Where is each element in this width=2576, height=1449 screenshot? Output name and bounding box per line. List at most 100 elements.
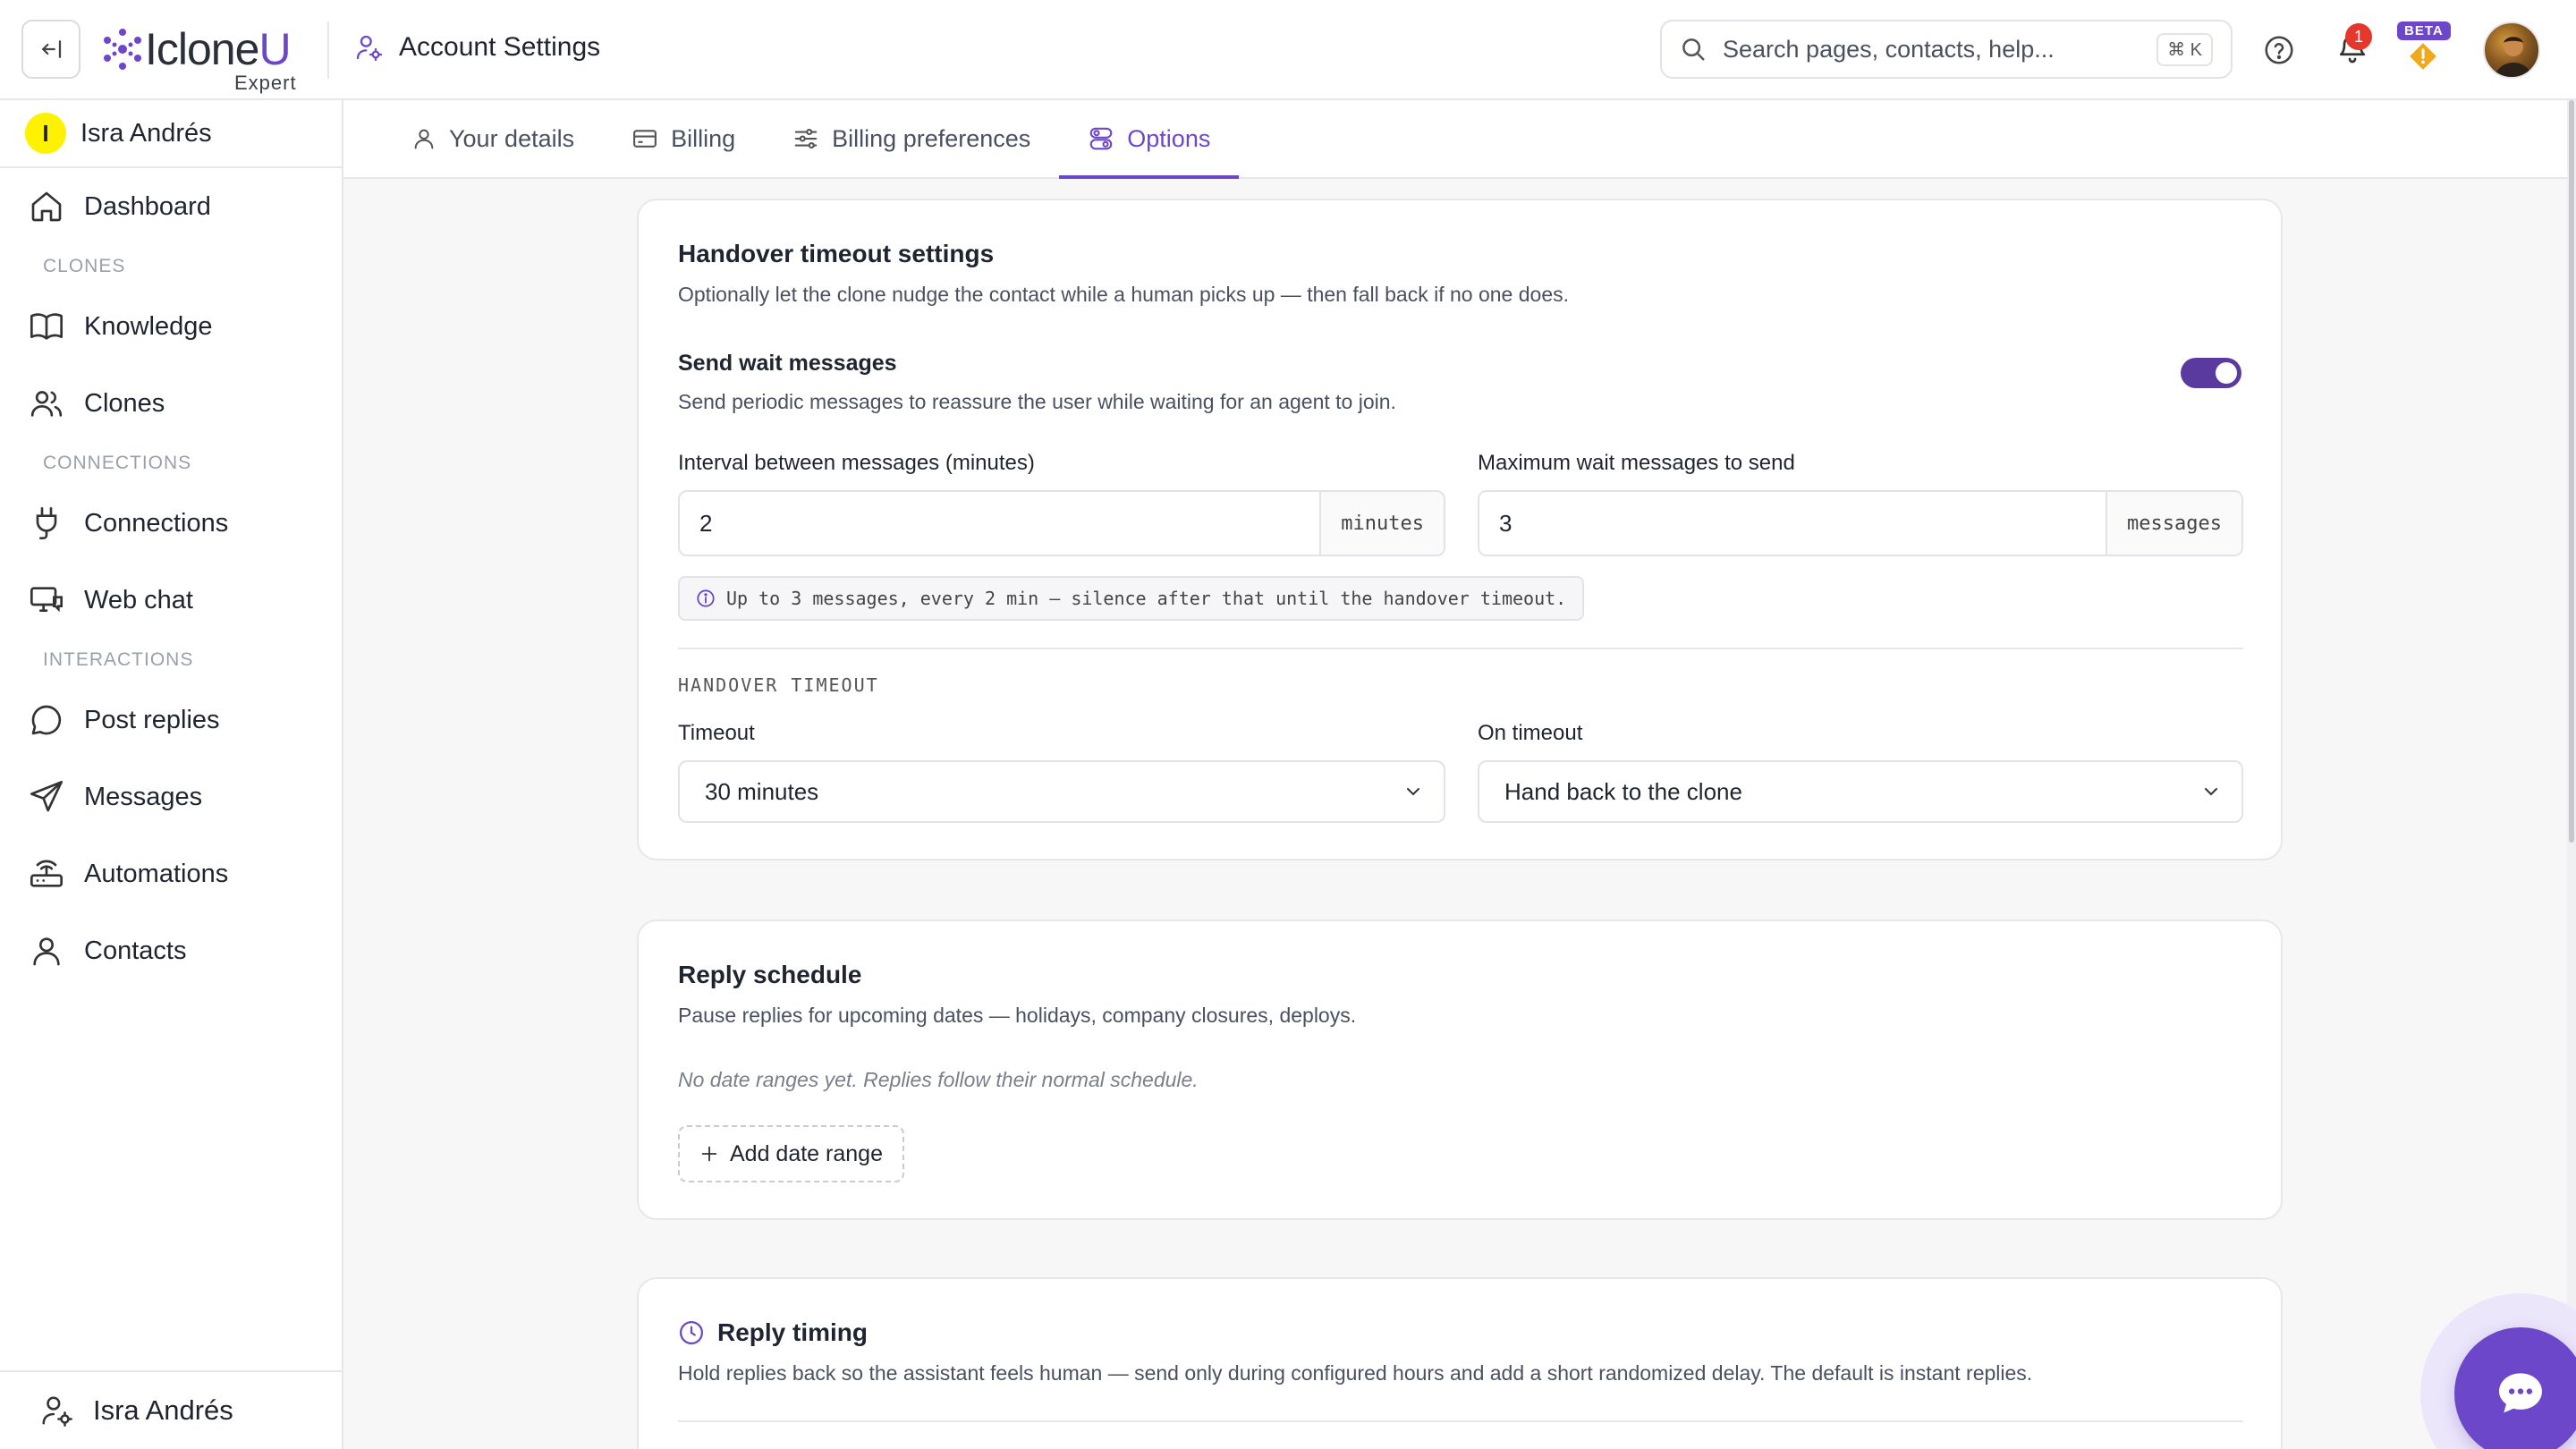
interval-input-group: 2 minutes [678,490,1445,556]
sidebar-section-clones: CLONES [43,256,126,276]
search-shortcut-badge: ⌘ K [2157,32,2213,66]
sidebar-item-label: Web chat [84,585,193,614]
reply-schedule-description: Pause replies for upcoming dates — holid… [678,1004,1357,1027]
search-box[interactable]: Search pages, contacts, help... ⌘ K [1660,20,2233,79]
user-icon [33,937,60,966]
sidebar-item-clones[interactable]: Clones [0,365,342,442]
tab-billing-preferences[interactable]: Billing preferences [764,100,1059,177]
timeout-selected-value: 30 minutes [705,777,819,805]
users-icon [30,391,63,417]
org-name: Isra Andrés [80,118,212,148]
help-circle-icon [2265,36,2293,64]
collapse-left-icon [41,40,62,58]
tab-label: Options [1127,124,1211,152]
book-icon [30,313,63,340]
reply-timing-header: Reply timing [678,1318,868,1347]
toggles-icon [1089,127,1113,150]
tab-label: Billing preferences [832,124,1031,152]
reply-schedule-card: Reply schedule Pause replies for upcomin… [637,919,2283,1220]
sidebar-item-knowledge[interactable]: Knowledge [0,288,342,365]
info-icon [697,589,715,607]
tab-billing[interactable]: Billing [603,100,764,177]
sidebar-item-messages[interactable]: Messages [0,758,342,835]
plus-icon [701,1146,717,1162]
handover-description: Optionally let the clone nudge the conta… [678,283,1570,306]
app-logo[interactable]: IcloneU [100,23,292,75]
page-title-group: Account Settings [354,32,600,63]
top-bar: IcloneU Expert Account Settings Search p… [0,0,2576,100]
max-messages-label: Maximum wait messages to send [1478,451,1795,475]
sidebar-item-label: Messages [84,782,203,811]
logo-mark-icon [104,29,141,70]
sidebar-item-label: Post replies [84,705,220,734]
sidebar-item-label: Connections [84,508,229,538]
warning-icon [2410,43,2436,70]
sidebar-item-label: Dashboard [84,191,211,221]
reply-timing-description: Hold replies back so the assistant feels… [678,1361,2033,1385]
sidebar-user-menu[interactable]: Isra Andrés [0,1370,342,1449]
sidebar-item-label: Automations [84,859,229,888]
sidebar-item-connections[interactable]: Connections [0,485,342,562]
monitor-chat-icon [30,587,63,613]
max-messages-input[interactable]: 3 [1479,492,2106,555]
sidebar-footer-user-name: Isra Andrés [93,1394,233,1426]
sidebar: I Isra Andrés Dashboard CLONES Knowledge… [0,100,343,1449]
reply-timing-title: Reply timing [717,1318,869,1346]
tab-options[interactable]: Options [1059,100,1240,179]
sidebar-item-contacts[interactable]: Contacts [0,912,342,989]
sidebar-item-post-replies[interactable]: Post replies [0,682,342,758]
max-messages-input-group: 3 messages [1478,490,2243,556]
notification-count-badge: 1 [2345,23,2372,50]
beta-badge: BETA [2397,21,2451,40]
send-icon [30,781,63,812]
tab-your-details[interactable]: Your details [383,100,603,177]
add-date-range-button[interactable]: Add date range [678,1125,904,1182]
sidebar-section-interactions: INTERACTIONS [43,649,194,670]
account-settings-icon [356,35,383,62]
timeout-label: Timeout [678,721,755,745]
on-timeout-label: On timeout [1478,721,1583,745]
max-messages-unit: messages [2106,492,2241,555]
sidebar-item-label: Contacts [84,936,187,965]
reply-schedule-title: Reply schedule [678,961,862,988]
chevron-down-icon [2205,788,2217,796]
credit-card-icon [633,130,657,148]
sidebar-item-automations[interactable]: Automations [0,835,342,912]
sliders-icon [794,128,818,149]
on-timeout-selected-value: Hand back to the clone [1504,777,1742,805]
page-scrollbar-thumb[interactable] [2569,100,2574,843]
settings-tabs: Your details Billing Billing preferences… [343,100,2569,179]
chat-bubble-icon [2499,1373,2542,1413]
sidebar-item-dashboard[interactable]: Dashboard [0,168,342,245]
add-date-range-label: Add date range [730,1140,883,1166]
reply-timing-divider [678,1420,2243,1422]
reply-schedule-empty-state: No date ranges yet. Replies follow their… [678,1068,1199,1091]
handover-timeout-section-label: HANDOVER TIMEOUT [678,674,879,696]
sidebar-item-label: Clones [84,388,165,418]
user-icon [414,129,434,149]
org-initial-avatar: I [25,113,66,154]
handover-timeout-card: Handover timeout settings Optionally let… [637,199,2283,860]
sidebar-section-connections: CONNECTIONS [43,453,192,473]
timeout-select[interactable]: 30 minutes [678,760,1445,823]
tab-label: Your details [449,124,575,152]
home-icon [31,191,62,222]
on-timeout-select[interactable]: Hand back to the clone [1478,760,2243,823]
wait-summary-text: Up to 3 messages, every 2 min — silence … [726,588,1567,609]
tab-label: Billing [671,124,736,152]
interval-input[interactable]: 2 [680,492,1319,555]
plug-icon [36,507,57,539]
beta-warning-button[interactable] [2408,41,2438,72]
handover-title: Handover timeout settings [678,240,995,267]
search-input[interactable]: Search pages, contacts, help... [1723,36,2157,64]
org-switcher[interactable]: I Isra Andrés [0,100,342,168]
wait-messages-toggle[interactable] [2181,358,2241,388]
page-title: Account Settings [399,32,601,62]
sidebar-item-web-chat[interactable]: Web chat [0,562,342,639]
interval-label: Interval between messages (minutes) [678,451,1035,475]
collapse-sidebar-button[interactable] [21,20,80,79]
logo-text: IcloneU [145,24,292,74]
help-button[interactable] [2259,30,2299,70]
user-avatar[interactable] [2483,21,2540,79]
sidebar-item-label: Knowledge [84,311,213,341]
